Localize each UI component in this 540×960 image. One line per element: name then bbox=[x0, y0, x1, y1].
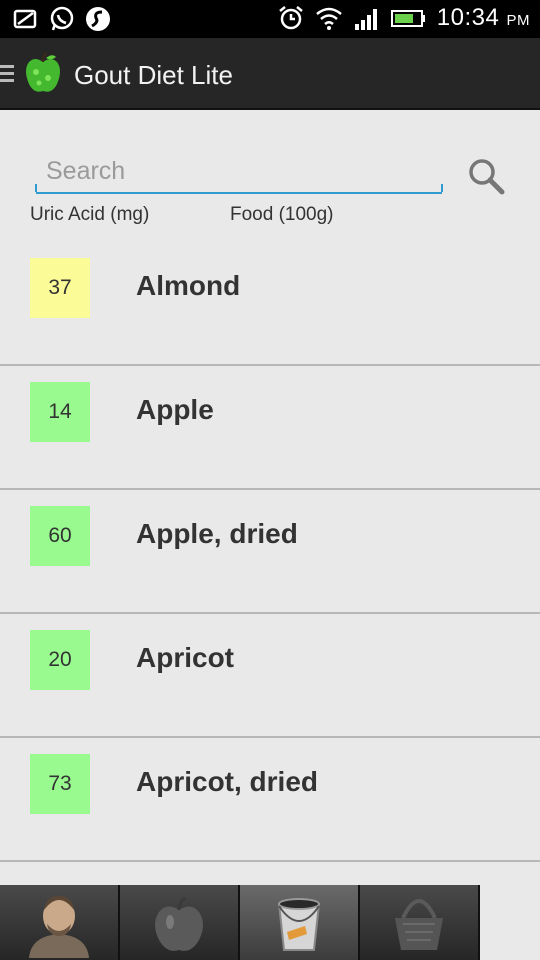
list-item[interactable]: 73 Apricot, dried bbox=[0, 738, 540, 862]
search-field-edge-left bbox=[35, 184, 37, 192]
search-field[interactable] bbox=[35, 148, 443, 194]
column-header-uric-acid: Uric Acid (mg) bbox=[30, 204, 150, 225]
tab-foods[interactable] bbox=[120, 885, 240, 960]
list-item[interactable]: 14 Apple bbox=[0, 366, 540, 490]
uric-acid-badge: 20 bbox=[30, 630, 90, 690]
food-name: Apple bbox=[136, 394, 214, 425]
apple-logo-icon[interactable] bbox=[22, 52, 64, 96]
wifi-icon bbox=[315, 7, 342, 30]
app-title: Gout Diet Lite bbox=[74, 60, 233, 90]
search-input[interactable] bbox=[46, 152, 436, 190]
status-time: 10:34 PM bbox=[436, 4, 530, 31]
uric-acid-badge: 14 bbox=[30, 382, 90, 442]
battery-icon bbox=[390, 10, 425, 27]
status-bar: 10:34 PM bbox=[0, 0, 540, 38]
alarm-icon bbox=[278, 6, 303, 30]
tab-profile[interactable] bbox=[0, 885, 120, 960]
food-name: Apricot bbox=[136, 642, 234, 673]
whatsapp-icon bbox=[50, 6, 74, 31]
tab-basket[interactable] bbox=[360, 885, 480, 960]
apple-icon bbox=[155, 896, 203, 951]
menu-icon[interactable] bbox=[0, 63, 16, 85]
food-name: Almond bbox=[136, 270, 241, 301]
tab-bucket[interactable] bbox=[240, 885, 360, 960]
bottom-tab-bar bbox=[0, 885, 480, 960]
uric-acid-badge: 60 bbox=[30, 506, 90, 566]
food-list: 37 Almond 14 Apple 60 Apple, dried 20 Ap… bbox=[0, 242, 540, 862]
man-avatar-icon bbox=[29, 895, 89, 958]
search-field-edge-right bbox=[441, 184, 443, 192]
action-bar: Gout Diet Lite bbox=[0, 38, 540, 110]
column-header-food: Food (100g) bbox=[230, 204, 334, 225]
bucket-icon bbox=[277, 897, 321, 951]
basket-icon bbox=[395, 898, 443, 950]
signal-icon bbox=[354, 9, 377, 30]
food-name: Apricot, dried bbox=[136, 766, 319, 797]
uric-acid-badge: 73 bbox=[30, 754, 90, 814]
list-item[interactable]: 37 Almond bbox=[0, 242, 540, 366]
list-item[interactable]: 20 Apricot bbox=[0, 614, 540, 738]
notification-icon bbox=[13, 9, 37, 29]
list-item[interactable]: 60 Apple, dried bbox=[0, 490, 540, 614]
swype-icon bbox=[86, 7, 110, 31]
uric-acid-badge: 37 bbox=[30, 258, 90, 318]
food-name: Apple, dried bbox=[136, 518, 298, 549]
search-icon[interactable] bbox=[466, 156, 506, 196]
